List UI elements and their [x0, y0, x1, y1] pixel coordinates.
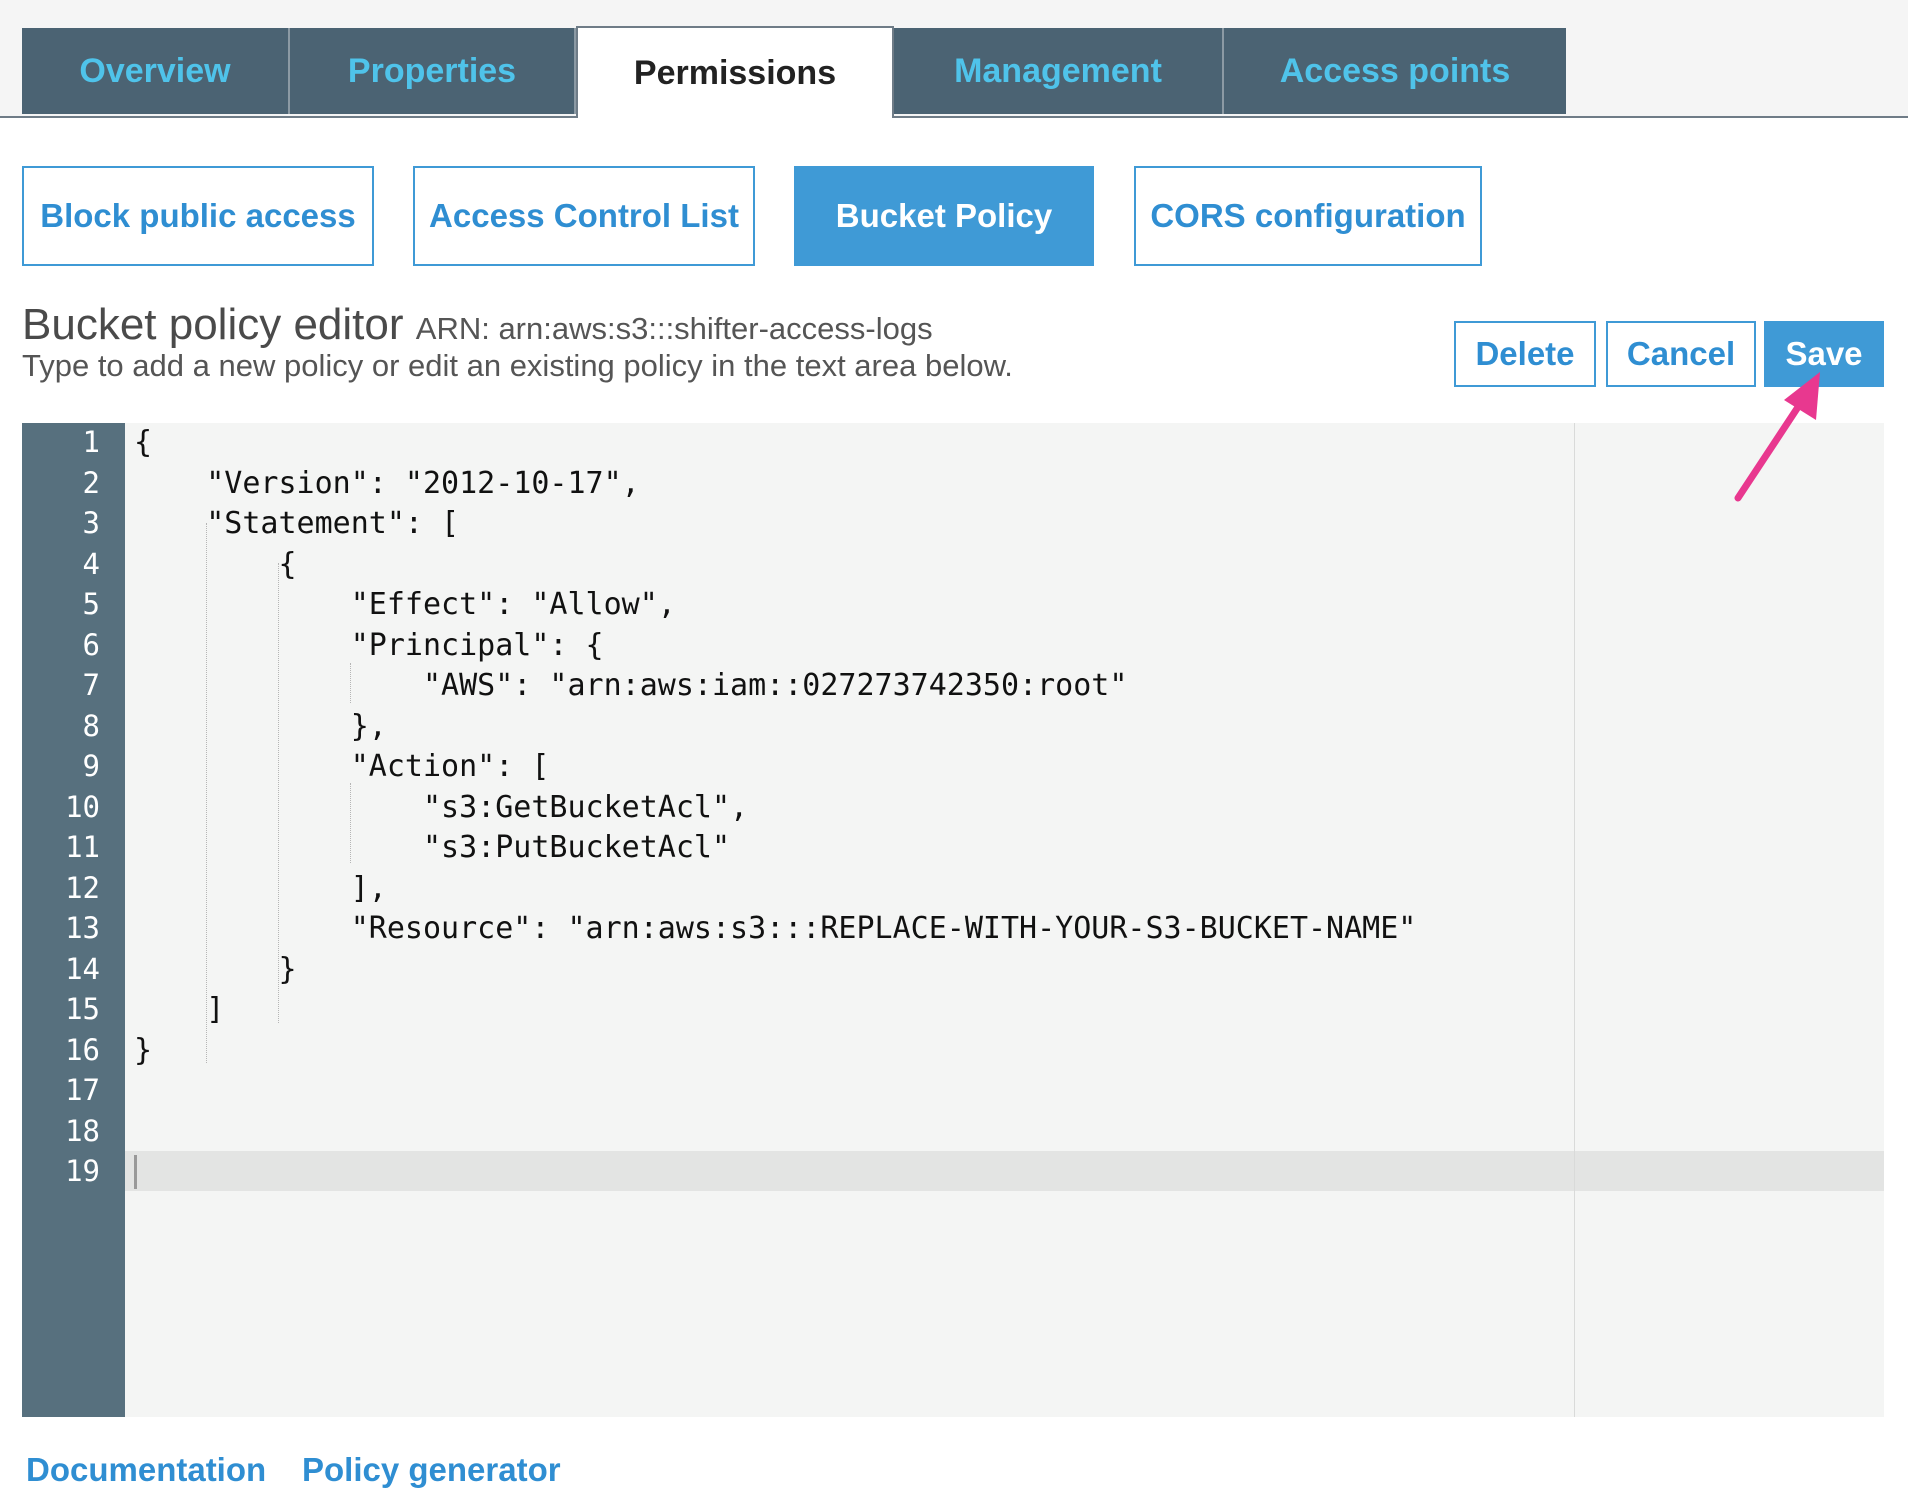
- line-number: 18: [65, 1113, 100, 1148]
- code-line: ],: [134, 870, 387, 906]
- tab-properties[interactable]: Properties: [290, 28, 576, 114]
- tab-access-points[interactable]: Access points: [1224, 28, 1566, 114]
- editor-title: Bucket policy editor: [22, 300, 404, 349]
- code-line: "Resource": "arn:aws:s3:::REPLACE-WITH-Y…: [134, 911, 1417, 946]
- line-number: 16: [65, 1032, 100, 1067]
- line-number: 2: [82, 465, 100, 500]
- line-number: 13: [65, 911, 100, 945]
- documentation-link[interactable]: Documentation: [26, 1451, 266, 1489]
- code-line: "Version": "2012-10-17",: [134, 465, 640, 501]
- subtab-bucket-policy[interactable]: Bucket Policy: [794, 166, 1094, 266]
- tab-bar: Overview Properties Permissions Manageme…: [0, 0, 1908, 118]
- line-number: 12: [65, 870, 100, 905]
- code-line: "Statement": [: [134, 506, 460, 541]
- line-number-gutter: 1 2 3 4 5 6 7 8 9 10 11 12 13 14 15 16 17 18 19: [22, 423, 125, 1417]
- tab-overview[interactable]: Overview: [22, 28, 290, 114]
- code-line: {: [134, 425, 153, 460]
- print-margin: [1574, 423, 1575, 1417]
- editor-subtitle: Type to add a new policy or edit an exis…: [22, 348, 1013, 383]
- text-cursor: [134, 1155, 137, 1189]
- subtab-cors-configuration[interactable]: CORS configuration: [1134, 166, 1482, 266]
- line-number: 15: [65, 992, 100, 1026]
- code-line: "s3:GetBucketAcl",: [134, 789, 749, 825]
- editor-heading: Bucket policy editor ARN: arn:aws:s3:::s…: [22, 300, 933, 350]
- active-line-highlight: [125, 1151, 1884, 1191]
- line-number: 9: [82, 749, 100, 783]
- delete-button[interactable]: Delete: [1454, 321, 1596, 387]
- code-line: }: [134, 1032, 153, 1068]
- subtab-block-public-access[interactable]: Block public access: [22, 166, 374, 266]
- tab-permissions[interactable]: Permissions: [576, 26, 894, 118]
- subtab-access-control-list[interactable]: Access Control List: [413, 166, 755, 266]
- code-line: "Effect": "Allow",: [134, 587, 676, 622]
- tab-management[interactable]: Management: [894, 28, 1224, 114]
- line-number: 19: [65, 1154, 100, 1188]
- line-number: 4: [82, 546, 100, 581]
- line-number: 17: [65, 1073, 100, 1107]
- line-number: 3: [82, 506, 100, 540]
- code-line: "Action": [: [134, 749, 550, 784]
- line-number: 14: [65, 951, 100, 986]
- line-number: 8: [82, 708, 100, 743]
- bucket-arn: ARN: arn:aws:s3:::shifter-access-logs: [415, 311, 933, 346]
- line-number: 11: [65, 830, 100, 864]
- arrow-pointer-icon: [1734, 372, 1820, 502]
- line-number: 7: [82, 668, 100, 702]
- code-line: },: [134, 708, 387, 744]
- line-number: 5: [82, 587, 100, 621]
- policy-code-editor[interactable]: 1 2 3 4 5 6 7 8 9 10 11 12 13 14 15 16 17 18 19 { "Version…: [22, 423, 1884, 1417]
- line-number: 10: [65, 789, 100, 824]
- code-line: "AWS": "arn:aws:iam::027273742350:root": [134, 668, 1128, 703]
- code-line: ]: [134, 992, 225, 1027]
- code-line: {: [134, 546, 297, 582]
- code-line: "Principal": {: [134, 627, 604, 663]
- code-line: "s3:PutBucketAcl": [134, 830, 731, 865]
- line-number: 6: [82, 627, 100, 662]
- policy-generator-link[interactable]: Policy generator: [302, 1451, 561, 1489]
- code-line: }: [134, 951, 297, 987]
- line-number: 1: [82, 425, 100, 459]
